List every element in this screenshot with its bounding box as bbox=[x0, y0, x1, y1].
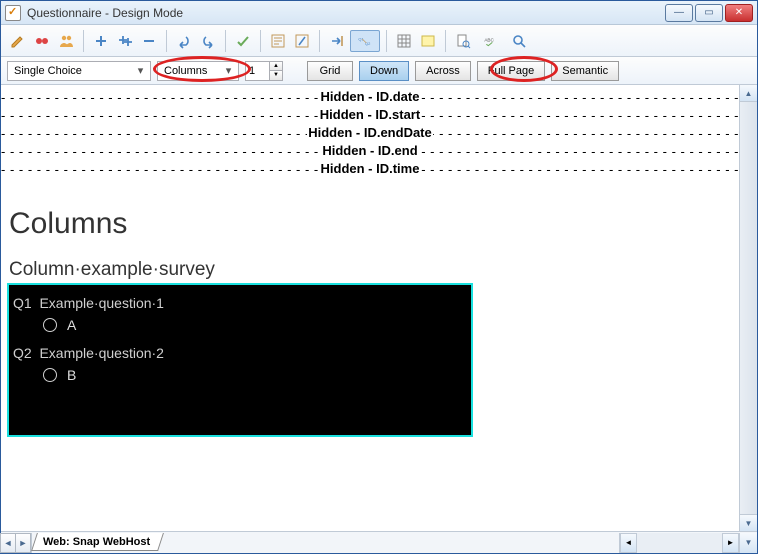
columns-spinner[interactable]: ▲ ▼ bbox=[245, 61, 283, 81]
hidden-field-row[interactable]: - - - - - - - - - - - - - - - - - - - - … bbox=[1, 89, 739, 107]
spinner-up-icon[interactable]: ▲ bbox=[270, 62, 282, 72]
redo-icon[interactable] bbox=[197, 30, 219, 52]
option-row[interactable]: B bbox=[43, 367, 471, 383]
styles-icon[interactable] bbox=[291, 30, 313, 52]
preview-icon[interactable] bbox=[452, 30, 474, 52]
window-title: Questionnaire - Design Mode bbox=[27, 6, 665, 20]
scroll-right-icon[interactable]: ► bbox=[722, 533, 739, 553]
search-icon[interactable] bbox=[508, 30, 530, 52]
publish-tab-label: Web: Snap WebHost bbox=[43, 535, 150, 547]
scroll-down-icon[interactable]: ▼ bbox=[740, 514, 757, 531]
hidden-field-label: Hidden - ID.start bbox=[319, 107, 421, 122]
question-row[interactable]: Q1 Example·question·1 A bbox=[13, 295, 471, 333]
tab-nav: ◄ ► bbox=[1, 533, 32, 553]
page-subtitle: Column·example·survey bbox=[9, 259, 739, 281]
grid-view-icon[interactable] bbox=[393, 30, 415, 52]
question-type-combo[interactable]: Single Choice ▾ bbox=[7, 61, 151, 81]
chevron-down-icon: ▾ bbox=[133, 64, 148, 77]
bottom-bar: ◄ ► Web: Snap WebHost ◄ ► ▼ bbox=[1, 531, 757, 553]
layout-toolbar: Single Choice ▾ Columns ▾ ▲ ▼ Grid Down … bbox=[1, 57, 757, 85]
hidden-field-row[interactable]: - - - - - - - - - - - - - - - - - - - - … bbox=[1, 143, 739, 161]
question-type-value: Single Choice bbox=[14, 65, 82, 77]
highlight-icon[interactable] bbox=[417, 30, 439, 52]
app-icon bbox=[5, 5, 21, 21]
radio-icon[interactable] bbox=[43, 368, 57, 382]
close-button[interactable]: ✕ bbox=[725, 4, 753, 22]
tab-next-icon[interactable]: ► bbox=[15, 533, 31, 553]
option-row[interactable]: A bbox=[43, 317, 471, 333]
hidden-field-label: Hidden - ID.endDate bbox=[307, 125, 433, 140]
check-icon[interactable] bbox=[232, 30, 254, 52]
minimize-button[interactable]: — bbox=[665, 4, 693, 22]
edit-mode-icon[interactable] bbox=[7, 30, 29, 52]
hidden-field-row[interactable]: - - - - - - - - - - - - - - - - - - - - … bbox=[1, 125, 739, 143]
option-label: A bbox=[67, 317, 76, 333]
layout-combo[interactable]: Columns ▾ bbox=[157, 61, 239, 81]
tab-prev-icon[interactable]: ◄ bbox=[0, 533, 16, 553]
titlebar: Questionnaire - Design Mode — ▭ ✕ bbox=[1, 1, 757, 25]
svg-text:Q2: Q2 bbox=[365, 41, 371, 46]
down-button[interactable]: Down bbox=[359, 61, 409, 81]
content-area: - - - - - - - - - - - - - - - - - - - - … bbox=[1, 85, 757, 531]
option-label: B bbox=[67, 367, 76, 383]
hscroll-track[interactable] bbox=[637, 533, 722, 553]
fullpage-button[interactable]: Full Page bbox=[477, 61, 545, 81]
chevron-down-icon: ▾ bbox=[221, 64, 236, 77]
vertical-scrollbar[interactable]: ▲ ▼ bbox=[739, 85, 757, 531]
hidden-field-row[interactable]: - - - - - - - - - - - - - - - - - - - - … bbox=[1, 161, 739, 179]
scroll-down-corner-icon[interactable]: ▼ bbox=[739, 533, 757, 553]
document: - - - - - - - - - - - - - - - - - - - - … bbox=[1, 85, 739, 437]
window-controls: — ▭ ✕ bbox=[665, 4, 753, 22]
page-title: Columns bbox=[9, 207, 739, 241]
across-button[interactable]: Across bbox=[415, 61, 471, 81]
variables-icon[interactable] bbox=[31, 30, 53, 52]
properties-icon[interactable] bbox=[267, 30, 289, 52]
undo-icon[interactable] bbox=[173, 30, 195, 52]
horizontal-scrollbar[interactable]: ◄ ► bbox=[619, 533, 739, 553]
hidden-field-label: Hidden - ID.time bbox=[320, 161, 421, 176]
q1q2-icon[interactable]: Q1Q2 bbox=[350, 30, 380, 52]
grid-button[interactable]: Grid bbox=[307, 61, 353, 81]
app-window: Questionnaire - Design Mode — ▭ ✕ Q1Q2 A… bbox=[0, 0, 758, 554]
add-icon[interactable] bbox=[90, 30, 112, 52]
survey-preview[interactable]: Q1 Example·question·1 A Q2 Example·questio… bbox=[7, 283, 473, 437]
users-icon[interactable] bbox=[55, 30, 77, 52]
scroll-left-icon[interactable]: ◄ bbox=[620, 533, 637, 553]
hidden-field-row[interactable]: - - - - - - - - - - - - - - - - - - - - … bbox=[1, 107, 739, 125]
content-scroll: - - - - - - - - - - - - - - - - - - - - … bbox=[1, 85, 739, 531]
remove-icon[interactable] bbox=[138, 30, 160, 52]
main-toolbar: Q1Q2 ABC bbox=[1, 25, 757, 57]
add-multi-icon[interactable] bbox=[114, 30, 136, 52]
maximize-button[interactable]: ▭ bbox=[695, 4, 723, 22]
question-text: Q1 Example·question·1 bbox=[13, 295, 471, 311]
spinner-down-icon[interactable]: ▼ bbox=[270, 71, 282, 80]
scroll-up-icon[interactable]: ▲ bbox=[740, 85, 757, 102]
columns-input[interactable] bbox=[245, 61, 269, 81]
question-text: Q2 Example·question·2 bbox=[13, 345, 471, 361]
publish-tab[interactable]: Web: Snap WebHost bbox=[31, 533, 164, 551]
goto-icon[interactable] bbox=[326, 30, 348, 52]
radio-icon[interactable] bbox=[43, 318, 57, 332]
spellcheck-icon[interactable]: ABC bbox=[476, 30, 506, 52]
svg-text:ABC: ABC bbox=[484, 37, 494, 42]
layout-value: Columns bbox=[164, 65, 207, 77]
semantic-button[interactable]: Semantic bbox=[551, 61, 619, 81]
hidden-field-label: Hidden - ID.end bbox=[321, 143, 418, 158]
hidden-field-label: Hidden - ID.date bbox=[320, 89, 421, 104]
question-row[interactable]: Q2 Example·question·2 B bbox=[13, 345, 471, 383]
